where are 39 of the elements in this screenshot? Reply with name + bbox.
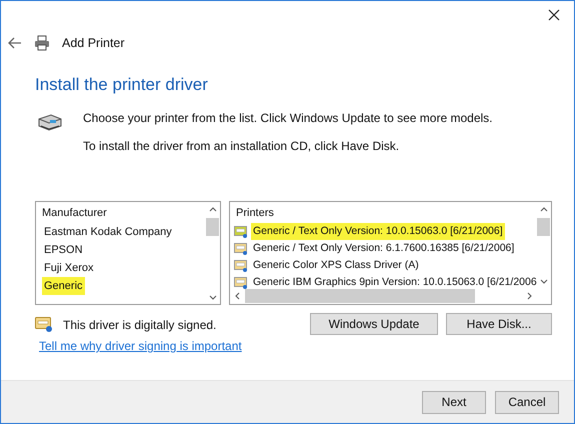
driver-icon <box>234 226 248 238</box>
manufacturer-item[interactable]: Eastman Kodak Company <box>42 223 174 241</box>
printer-item[interactable]: Generic IBM Graphics 9pin Version: 10.0.15063.0 [6/21/2006 <box>251 274 539 291</box>
manufacturer-item[interactable]: EPSON <box>42 241 85 259</box>
driver-signing-link[interactable]: Tell me why driver signing is important <box>39 339 242 353</box>
list-header: Printers <box>236 206 275 221</box>
manufacturer-list[interactable]: Manufacturer Eastman Kodak Company EPSON Fuji Xerox Generic <box>35 201 221 305</box>
scroll-thumb[interactable] <box>245 289 475 303</box>
driver-icon <box>234 260 248 272</box>
printer-list[interactable] <box>229 201 552 305</box>
driver-icon <box>234 276 248 288</box>
instruction-text: To install the driver from an installation CD, click Have Disk. <box>83 139 400 153</box>
back-arrow-icon[interactable] <box>8 37 22 49</box>
scroll-down-icon[interactable] <box>540 279 548 284</box>
footer-button[interactable]: Cancel <box>495 390 559 414</box>
action-button[interactable]: Have Disk... <box>446 313 552 335</box>
scroll-up-icon[interactable] <box>208 207 216 212</box>
scroll-thumb[interactable] <box>206 218 219 236</box>
driver-icon <box>234 242 248 254</box>
manufacturer-item[interactable]: Generic <box>42 277 85 295</box>
scroll-thumb[interactable] <box>537 218 550 236</box>
footer-button[interactable]: Next <box>422 390 486 414</box>
instruction-text: Choose your printer from the list. Click Windows Update to see more models. <box>83 111 492 125</box>
scroll-down-icon[interactable] <box>208 295 216 300</box>
window-title: Add Printer <box>62 36 125 50</box>
close-icon[interactable] <box>548 9 560 21</box>
scroll-up-icon[interactable] <box>540 207 548 212</box>
manufacturer-item[interactable]: Fuji Xerox <box>42 259 96 277</box>
printer-item[interactable]: Generic Color XPS Class Driver (A) <box>251 257 421 274</box>
list-header: Manufacturer <box>42 206 108 221</box>
scroll-right-icon[interactable] <box>527 292 532 300</box>
page-heading: Install the printer driver <box>35 75 209 95</box>
printer-item[interactable]: Generic / Text Only Version: 6.1.7600.16385 [6/21/2006] <box>251 240 516 257</box>
printer-item[interactable]: Generic / Text Only Version: 10.0.15063.0 [6/21/2006] <box>251 223 505 240</box>
signature-status: This driver is digitally signed. <box>63 318 216 332</box>
scroll-left-icon[interactable] <box>235 292 240 300</box>
printer-icon <box>34 35 50 51</box>
action-button[interactable]: Windows Update <box>310 313 438 335</box>
certificate-icon <box>35 317 53 333</box>
